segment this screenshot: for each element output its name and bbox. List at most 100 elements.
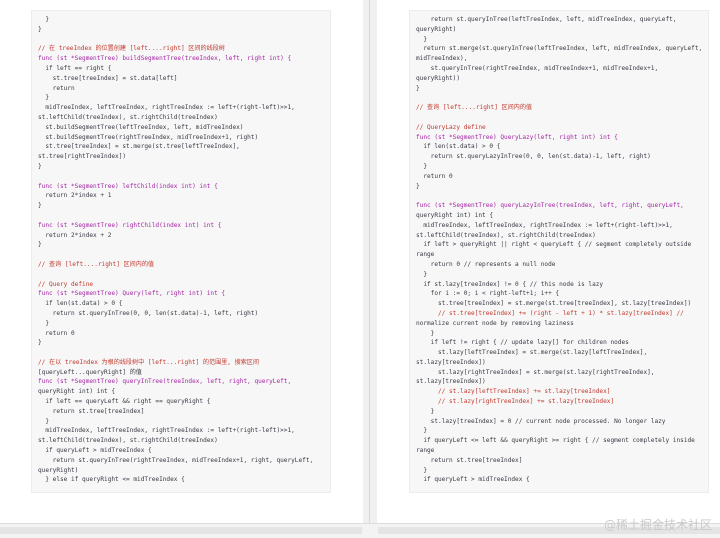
code-line: return st.queryLazyInTree(0, 0, len(st.d…: [416, 153, 651, 161]
code-line: // 查询 [left....right] 区间内的值: [38, 260, 155, 268]
page-gutter: [363, 0, 377, 523]
code-block-right: return st.queryInTree(leftTreeIndex, lef…: [409, 10, 709, 493]
code-line: }: [38, 339, 42, 347]
code-line: // 查询 [left....right] 区间内的值: [416, 104, 533, 112]
code-line: if st.lazy[treeIndex] != 0 { // this nod…: [416, 280, 604, 288]
code-line: st.tree[treeIndex] = st.data[left]: [38, 74, 178, 82]
code-line: }: [38, 25, 42, 33]
code-line: if len(st.data) > 0 {: [38, 300, 123, 308]
code-line: }: [416, 427, 428, 435]
code-line: st.buildSegmentTree(leftTreeIndex, left,…: [38, 123, 244, 131]
code-line: st.lazy[treeIndex] = 0 // current node p…: [416, 417, 666, 425]
code-line: midTreeIndex, leftTreeIndex, rightTreeIn…: [38, 104, 295, 112]
code-line: for i := 0; i < right-left+1; i++ {: [416, 290, 560, 298]
scrollbar-track-left[interactable]: [0, 527, 362, 534]
code-line: }: [416, 84, 420, 92]
code-line: func (st *SegmentTree) leftChild(index i…: [38, 182, 218, 190]
code-line: if left == queryLeft && right == queryRi…: [38, 398, 211, 406]
code-line: midTreeIndex),: [416, 55, 468, 63]
code-line: [queryLeft...queryRight] 的值: [38, 368, 142, 376]
code-line: }: [38, 202, 42, 210]
code-line: st.tree[treeIndex] = st.merge(st.tree[tr…: [416, 300, 692, 308]
code-line: return 0 // represents a null node: [416, 260, 556, 268]
code-line: queryRight int) int {: [416, 211, 494, 219]
code-line: return 0: [38, 329, 75, 337]
code-line: func (st *SegmentTree) Query(left, right…: [38, 290, 226, 298]
code-line: if left > queryRight || right < queryLef…: [416, 241, 692, 249]
code-line: func (st *SegmentTree) rightChild(index …: [38, 221, 222, 229]
code-line: }: [416, 162, 428, 170]
code-line: queryRight)): [416, 74, 461, 82]
code-block-left: }} // 在 treeIndex 的位置创建 [left....right] 区…: [31, 10, 331, 493]
code-line: st.lazy[treeIndex]): [416, 378, 486, 386]
code-line: } else if queryRight <= midTreeIndex {: [38, 476, 185, 484]
code-line: range: [416, 251, 435, 259]
code-line: if len(st.data) > 0 {: [416, 143, 501, 151]
code-line: func (st *SegmentTree) queryLazyInTree(t…: [416, 202, 684, 210]
code-line: st.queryInTree(rightTreeIndex, midTreeIn…: [416, 64, 659, 72]
code-line: queryRight int) int {: [38, 388, 116, 396]
code-line: // 在以 treeIndex 为根的线段树中 [left...right] 的…: [38, 358, 259, 366]
code-line: // Query define: [38, 280, 94, 288]
code-line: func (st *SegmentTree) buildSegmentTree(…: [38, 55, 292, 63]
code-line: st.lazy[leftTreeIndex] = st.merge(st.laz…: [416, 349, 648, 357]
code-line: if left == right {: [38, 64, 112, 72]
code-line: midTreeIndex, leftTreeIndex, rightTreeIn…: [38, 427, 295, 435]
code-line: }: [416, 35, 428, 43]
code-line: st.leftChild(treeIndex), st.rightChild(t…: [38, 113, 218, 121]
code-line: st.leftChild(treeIndex), st.rightChild(t…: [416, 231, 596, 239]
code-line: return st.queryInTree(0, 0, len(st.data)…: [38, 309, 259, 317]
code-line: return st.queryInTree(leftTreeIndex, lef…: [416, 16, 677, 23]
code-line: midTreeIndex, leftTreeIndex, rightTreeIn…: [416, 221, 673, 229]
code-line: }: [38, 16, 50, 23]
code-line: }: [416, 329, 435, 337]
code-line: if queryLeft <= left && queryRight >= ri…: [416, 437, 695, 445]
code-line: return st.merge(st.queryInTree(leftTreeI…: [416, 45, 703, 53]
code-line: st.tree[rightTreeIndex]): [38, 153, 127, 161]
code-line: st.lazy[rightTreeIndex] = st.merge(st.la…: [416, 368, 655, 376]
code-line: return st.queryInTree(rightTreeIndex, mi…: [38, 456, 314, 464]
code-line: }: [38, 94, 50, 102]
code-line: // st.lazy[leftTreeIndex] += st.lazy[tre…: [416, 388, 611, 396]
code-line: func (st *SegmentTree) QueryLazy(left, r…: [416, 133, 618, 141]
code-line: return: [38, 84, 75, 92]
watermark-text: @稀土掘金技术社区: [603, 518, 712, 532]
code-line: }: [416, 182, 420, 190]
code-line: }: [416, 466, 428, 474]
code-line: range: [416, 447, 435, 455]
code-line: st.leftChild(treeIndex), st.rightChild(t…: [38, 437, 218, 445]
code-line: }: [416, 407, 435, 415]
code-line: }: [38, 241, 42, 249]
code-line: func (st *SegmentTree) queryInTree(treeI…: [38, 378, 292, 386]
code-line: // 在 treeIndex 的位置创建 [left....right] 区间的…: [38, 45, 225, 53]
code-line: // QueryLazy define: [416, 123, 486, 131]
code-line: }: [416, 270, 428, 278]
code-line: // st.tree[treeIndex] += (right - left +…: [416, 309, 684, 317]
code-line: if left != right { // update lazy[] for …: [416, 339, 629, 347]
code-line: normalize current node by removing lazin…: [416, 319, 574, 327]
code-line: st.lazy[treeIndex]): [416, 358, 486, 366]
code-line: st.tree[treeIndex] = st.merge(st.tree[le…: [38, 143, 240, 151]
code-line: // st.lazy[rightTreeIndex] += st.lazy[tr…: [416, 398, 615, 406]
code-line: }: [38, 417, 50, 425]
code-line: }: [38, 319, 50, 327]
code-line: return st.tree[treeIndex]: [38, 407, 145, 415]
code-line: if queryLeft > midTreeIndex {: [38, 447, 152, 455]
code-line: if queryLeft > midTreeIndex {: [416, 476, 530, 484]
code-line: return st.tree[treeIndex]: [416, 456, 523, 464]
code-line: return 2*index + 1: [38, 192, 112, 200]
code-line: st.buildSegmentTree(rightTreeIndex, midT…: [38, 133, 259, 141]
code-line: queryRight): [416, 25, 457, 33]
code-line: }: [38, 162, 42, 170]
code-line: queryRight): [38, 466, 79, 474]
code-line: return 0: [416, 172, 453, 180]
